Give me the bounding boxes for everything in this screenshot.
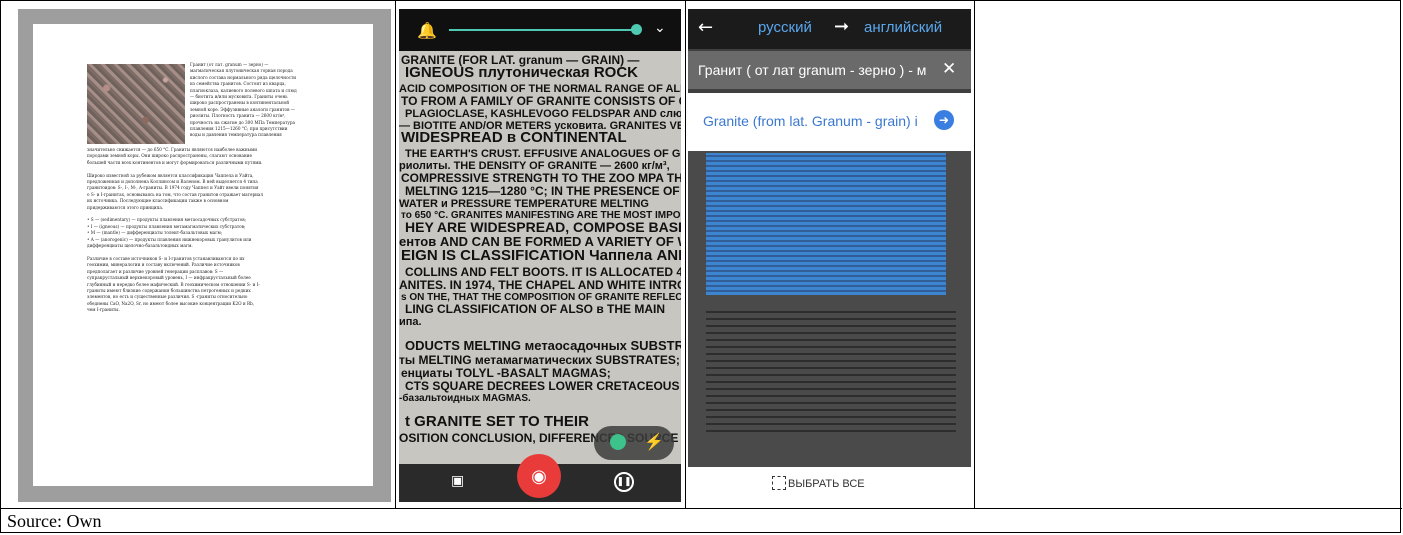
chevron-down-icon[interactable]: ⌄ (654, 20, 666, 37)
select-all-icon (772, 476, 786, 490)
ocr-line: COLLINS AND FELT BOOTS. IT IS ALLOCATED … (405, 265, 681, 279)
document-text-body: значительно снижается — до 650 °C. Грани… (87, 147, 360, 314)
zoom-slider[interactable] (449, 29, 639, 31)
gallery-icon[interactable]: ▣ (451, 473, 464, 490)
ocr-line: COMPRESSIVE STRENGTH TO THE ZOO MPA THE … (401, 171, 681, 185)
camera-toolbar: 🔔 ⌄ (399, 9, 681, 51)
swap-arrow-icon: ➞ (834, 16, 850, 37)
ocr-line: ANITES. IN 1974, THE CHAPEL AND WHITE IN… (399, 278, 681, 292)
document-text-line: воды и давления температура плавления (190, 132, 282, 138)
ocr-line: LING CLASSIFICATION OF ALSO в THE MAIN (405, 302, 666, 316)
ocr-overlay-text: GRANITE (FOR LAT. granum — GRAIN) — IGNEO… (399, 53, 681, 463)
notification-bell-icon[interactable]: 🔔 (417, 21, 437, 41)
pause-icon[interactable]: ❚❚ (614, 472, 634, 492)
select-all-bar[interactable]: ВЫБРАТЬ ВСЕ (688, 467, 971, 502)
divider (395, 1, 396, 509)
document-preview (688, 151, 971, 467)
camera-shutter-button[interactable]: ◉ (517, 454, 561, 498)
divider (974, 1, 975, 509)
document-text-line: чем I-граниты. (87, 307, 120, 313)
selected-text-highlight[interactable] (706, 153, 946, 295)
translation-result[interactable]: Granite (from lat. Granum - grain) i ➜ (688, 93, 971, 152)
ocr-line: ODUCTS MELTING метаосадочных SUBSTRATES; (405, 338, 681, 353)
ocr-line: IGNEOUS плутоническая ROCK (405, 64, 638, 81)
translation-text: Granite (from lat. Granum - grain) i (703, 113, 918, 129)
ocr-line: WIDESPREAD в CONTINENTAL (401, 129, 627, 146)
ocr-line: EIGN IS CLASSIFICATION Чаппела AND WHITE… (401, 247, 681, 264)
figure-caption: Source: Own (7, 511, 102, 531)
zoom-slider-knob[interactable] (631, 24, 642, 35)
ocr-line: HEY ARE WIDESPREAD, COMPOSE BASE (405, 219, 681, 235)
ocr-line: TO FROM A FAMILY OF GRANITE CONSISTS OF … (401, 94, 681, 108)
ocr-line: CTS SQUARE DECREES LOWER CRETACEOUS GRAN… (405, 379, 681, 393)
ocr-line: -базальтоидных MAGMAS. (399, 393, 531, 404)
camera-bottom-bar: ▣ ◉ ❚❚ (399, 454, 681, 502)
ocr-line: t GRANITE SET TO THEIR (405, 413, 589, 430)
language-bar: ← русский ➞ английский (688, 9, 971, 49)
source-language[interactable]: русский (758, 19, 812, 36)
back-arrow-icon[interactable]: ← (698, 17, 713, 38)
close-icon[interactable]: ✕ (942, 59, 956, 79)
unselected-text-lines (706, 311, 956, 437)
text-select-translate-panel: ← русский ➞ английский Гранит ( от лат g… (688, 9, 971, 502)
document-text-right: Гранит (от лат. granum — зерно) — магмати… (190, 62, 360, 139)
ocr-line: ты MELTING метамагматических SUBSTRATES; (399, 353, 680, 367)
figure-frame: Гранит (от лат. granum — зерно) — магмати… (0, 0, 1402, 533)
arrow-right-circle-icon[interactable]: ➜ (934, 110, 954, 130)
camera-translate-panel: 🔔 ⌄ GRANITE (FOR LAT. granum — GRAIN) — I… (399, 9, 681, 502)
screenshot-row: Гранит (от лат. granum — зерно) — магмати… (1, 1, 1402, 509)
ocr-line: енциаты TOLYL -BASALT MAGMAS; (401, 366, 611, 380)
camera-controls-pill: ⚡ (594, 426, 674, 460)
divider (685, 1, 686, 509)
eye-icon[interactable] (610, 434, 626, 450)
source-text-field[interactable]: Гранит ( от лат granum - зерно ) - м ✕ (688, 51, 971, 89)
select-all-button[interactable]: ВЫБРАТЬ ВСЕ (788, 478, 865, 490)
ocr-line: MELTING 1215—1280 °C; IN THE PRESENCE OF (405, 184, 680, 198)
flash-off-icon[interactable]: ⚡ (644, 432, 664, 452)
document-page: Гранит (от лат. granum — зерно) — магмати… (33, 24, 373, 486)
granite-photo (87, 64, 185, 144)
target-language[interactable]: английский (864, 19, 942, 36)
ocr-line: ипа. (399, 316, 422, 328)
document-scan-panel: Гранит (от лат. granum — зерно) — магмати… (18, 9, 391, 502)
source-text[interactable]: Гранит ( от лат granum - зерно ) - м (698, 62, 926, 78)
